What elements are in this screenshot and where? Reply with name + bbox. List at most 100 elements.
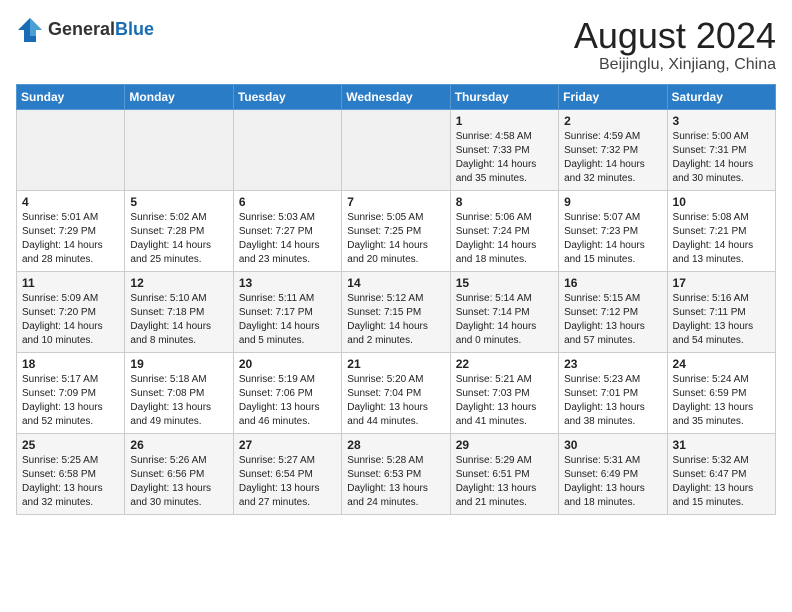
calendar-cell: 19 Sunrise: 5:18 AM Sunset: 7:08 PM Dayli… xyxy=(125,352,233,433)
header-row: SundayMondayTuesdayWednesdayThursdayFrid… xyxy=(17,84,776,109)
day-info: Sunrise: 5:06 AM Sunset: 7:24 PM Dayligh… xyxy=(456,211,553,267)
day-number: 16 xyxy=(564,276,661,290)
day-info: Sunrise: 5:26 AM Sunset: 6:56 PM Dayligh… xyxy=(130,454,227,510)
calendar-cell: 8 Sunrise: 5:06 AM Sunset: 7:24 PM Daylig… xyxy=(450,190,558,271)
day-number: 21 xyxy=(347,357,444,371)
header-day-thursday: Thursday xyxy=(450,84,558,109)
day-number: 27 xyxy=(239,438,336,452)
day-number: 22 xyxy=(456,357,553,371)
calendar-cell: 9 Sunrise: 5:07 AM Sunset: 7:23 PM Daylig… xyxy=(559,190,667,271)
calendar-cell: 2 Sunrise: 4:59 AM Sunset: 7:32 PM Daylig… xyxy=(559,109,667,190)
day-info: Sunrise: 5:31 AM Sunset: 6:49 PM Dayligh… xyxy=(564,454,661,510)
day-number: 7 xyxy=(347,195,444,209)
calendar-header: SundayMondayTuesdayWednesdayThursdayFrid… xyxy=(17,84,776,109)
day-info: Sunrise: 5:24 AM Sunset: 6:59 PM Dayligh… xyxy=(673,373,770,429)
calendar-cell: 30 Sunrise: 5:31 AM Sunset: 6:49 PM Dayli… xyxy=(559,433,667,514)
day-number: 4 xyxy=(22,195,119,209)
calendar-cell: 3Sunrise: 5:00 AM Sunset: 7:31 PM Daylig… xyxy=(667,109,775,190)
day-number: 8 xyxy=(456,195,553,209)
logo-blue-text: Blue xyxy=(115,19,154,39)
location-subtitle: Beijinglu, Xinjiang, China xyxy=(574,56,776,74)
day-number: 18 xyxy=(22,357,119,371)
day-info: Sunrise: 5:29 AM Sunset: 6:51 PM Dayligh… xyxy=(456,454,553,510)
day-info: Sunrise: 5:21 AM Sunset: 7:03 PM Dayligh… xyxy=(456,373,553,429)
calendar-cell: 5 Sunrise: 5:02 AM Sunset: 7:28 PM Daylig… xyxy=(125,190,233,271)
day-number: 11 xyxy=(22,276,119,290)
calendar-cell: 16Sunrise: 5:15 AM Sunset: 7:12 PM Dayli… xyxy=(559,271,667,352)
calendar-cell: 14Sunrise: 5:12 AM Sunset: 7:15 PM Dayli… xyxy=(342,271,450,352)
day-number: 23 xyxy=(564,357,661,371)
calendar-cell xyxy=(125,109,233,190)
day-info: Sunrise: 5:08 AM Sunset: 7:21 PM Dayligh… xyxy=(673,211,770,267)
calendar-cell: 29 Sunrise: 5:29 AM Sunset: 6:51 PM Dayli… xyxy=(450,433,558,514)
calendar-cell: 11 Sunrise: 5:09 AM Sunset: 7:20 PM Dayli… xyxy=(17,271,125,352)
month-year-title: August 2024 xyxy=(574,16,776,56)
day-info: Sunrise: 5:00 AM Sunset: 7:31 PM Dayligh… xyxy=(673,130,770,186)
calendar-cell xyxy=(342,109,450,190)
day-number: 28 xyxy=(347,438,444,452)
day-info: Sunrise: 5:27 AM Sunset: 6:54 PM Dayligh… xyxy=(239,454,336,510)
day-info: Sunrise: 5:28 AM Sunset: 6:53 PM Dayligh… xyxy=(347,454,444,510)
day-info: Sunrise: 5:05 AM Sunset: 7:25 PM Dayligh… xyxy=(347,211,444,267)
calendar-week-5: 25Sunrise: 5:25 AM Sunset: 6:58 PM Dayli… xyxy=(17,433,776,514)
calendar-cell: 23 Sunrise: 5:23 AM Sunset: 7:01 PM Dayli… xyxy=(559,352,667,433)
day-info: Sunrise: 5:10 AM Sunset: 7:18 PM Dayligh… xyxy=(130,292,227,348)
calendar-cell xyxy=(17,109,125,190)
day-number: 15 xyxy=(456,276,553,290)
day-info: Sunrise: 5:17 AM Sunset: 7:09 PM Dayligh… xyxy=(22,373,119,429)
day-info: Sunrise: 5:03 AM Sunset: 7:27 PM Dayligh… xyxy=(239,211,336,267)
calendar-cell: 10 Sunrise: 5:08 AM Sunset: 7:21 PM Dayli… xyxy=(667,190,775,271)
day-number: 1 xyxy=(456,114,553,128)
day-number: 20 xyxy=(239,357,336,371)
calendar-cell: 7 Sunrise: 5:05 AM Sunset: 7:25 PM Daylig… xyxy=(342,190,450,271)
day-info: Sunrise: 4:59 AM Sunset: 7:32 PM Dayligh… xyxy=(564,130,661,186)
header-day-tuesday: Tuesday xyxy=(233,84,341,109)
title-block: August 2024 Beijinglu, Xinjiang, China xyxy=(574,16,776,74)
calendar-week-2: 4 Sunrise: 5:01 AM Sunset: 7:29 PM Daylig… xyxy=(17,190,776,271)
day-info: Sunrise: 5:12 AM Sunset: 7:15 PM Dayligh… xyxy=(347,292,444,348)
header-day-sunday: Sunday xyxy=(17,84,125,109)
day-info: Sunrise: 5:20 AM Sunset: 7:04 PM Dayligh… xyxy=(347,373,444,429)
day-number: 10 xyxy=(673,195,770,209)
calendar-cell: 6 Sunrise: 5:03 AM Sunset: 7:27 PM Daylig… xyxy=(233,190,341,271)
day-info: Sunrise: 5:07 AM Sunset: 7:23 PM Dayligh… xyxy=(564,211,661,267)
day-number: 24 xyxy=(673,357,770,371)
day-info: Sunrise: 5:11 AM Sunset: 7:17 PM Dayligh… xyxy=(239,292,336,348)
calendar-cell: 26Sunrise: 5:26 AM Sunset: 6:56 PM Dayli… xyxy=(125,433,233,514)
calendar-week-1: 1Sunrise: 4:58 AM Sunset: 7:33 PM Daylig… xyxy=(17,109,776,190)
calendar-cell: 1Sunrise: 4:58 AM Sunset: 7:33 PM Daylig… xyxy=(450,109,558,190)
day-number: 19 xyxy=(130,357,227,371)
page-header: GeneralBlue August 2024 Beijinglu, Xinji… xyxy=(16,16,776,74)
header-day-saturday: Saturday xyxy=(667,84,775,109)
day-number: 6 xyxy=(239,195,336,209)
day-info: Sunrise: 5:16 AM Sunset: 7:11 PM Dayligh… xyxy=(673,292,770,348)
calendar-cell: 21 Sunrise: 5:20 AM Sunset: 7:04 PM Dayli… xyxy=(342,352,450,433)
day-number: 9 xyxy=(564,195,661,209)
day-number: 5 xyxy=(130,195,227,209)
header-day-friday: Friday xyxy=(559,84,667,109)
calendar-cell: 12Sunrise: 5:10 AM Sunset: 7:18 PM Dayli… xyxy=(125,271,233,352)
calendar-week-4: 18 Sunrise: 5:17 AM Sunset: 7:09 PM Dayli… xyxy=(17,352,776,433)
day-info: Sunrise: 5:09 AM Sunset: 7:20 PM Dayligh… xyxy=(22,292,119,348)
day-number: 30 xyxy=(564,438,661,452)
day-number: 29 xyxy=(456,438,553,452)
calendar-cell: 17Sunrise: 5:16 AM Sunset: 7:11 PM Dayli… xyxy=(667,271,775,352)
day-info: Sunrise: 5:02 AM Sunset: 7:28 PM Dayligh… xyxy=(130,211,227,267)
day-info: Sunrise: 5:14 AM Sunset: 7:14 PM Dayligh… xyxy=(456,292,553,348)
day-info: Sunrise: 5:23 AM Sunset: 7:01 PM Dayligh… xyxy=(564,373,661,429)
logo-general-text: General xyxy=(48,19,115,39)
calendar-cell: 18 Sunrise: 5:17 AM Sunset: 7:09 PM Dayli… xyxy=(17,352,125,433)
day-number: 31 xyxy=(673,438,770,452)
calendar-cell: 25Sunrise: 5:25 AM Sunset: 6:58 PM Dayli… xyxy=(17,433,125,514)
day-info: Sunrise: 5:32 AM Sunset: 6:47 PM Dayligh… xyxy=(673,454,770,510)
calendar-cell: 4 Sunrise: 5:01 AM Sunset: 7:29 PM Daylig… xyxy=(17,190,125,271)
day-info: Sunrise: 5:01 AM Sunset: 7:29 PM Dayligh… xyxy=(22,211,119,267)
day-number: 2 xyxy=(564,114,661,128)
calendar-week-3: 11 Sunrise: 5:09 AM Sunset: 7:20 PM Dayli… xyxy=(17,271,776,352)
header-day-monday: Monday xyxy=(125,84,233,109)
logo-icon xyxy=(16,16,44,44)
calendar-body: 1Sunrise: 4:58 AM Sunset: 7:33 PM Daylig… xyxy=(17,109,776,514)
day-info: Sunrise: 5:18 AM Sunset: 7:08 PM Dayligh… xyxy=(130,373,227,429)
calendar-table: SundayMondayTuesdayWednesdayThursdayFrid… xyxy=(16,84,776,515)
day-number: 25 xyxy=(22,438,119,452)
